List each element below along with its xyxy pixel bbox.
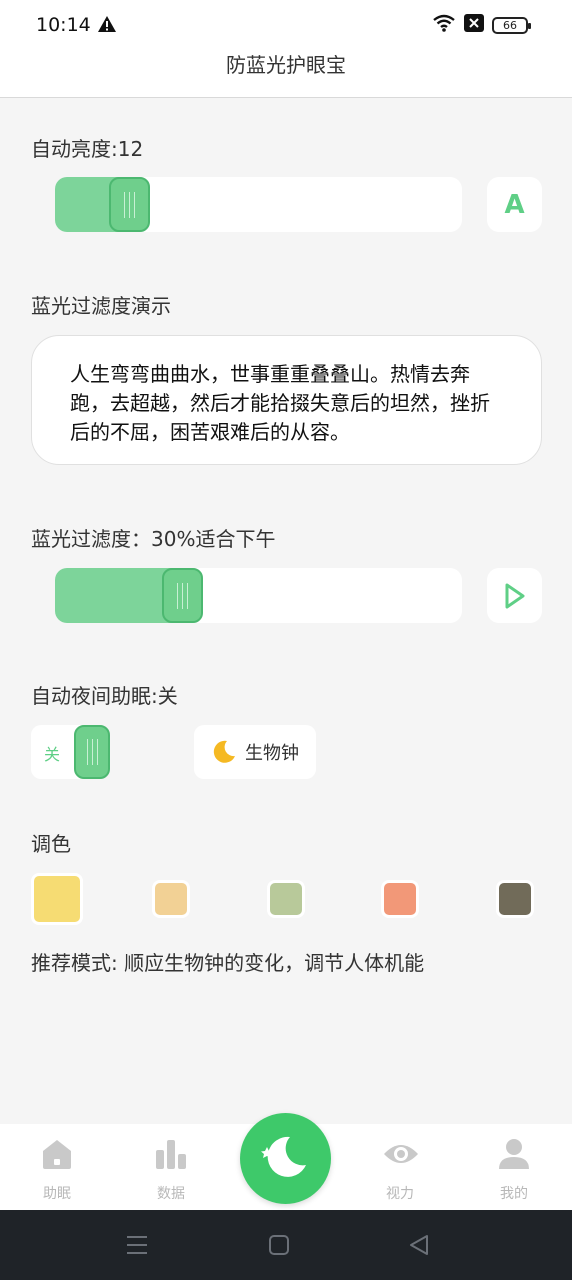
recommend-tip: 推荐模式: 顺应生物钟的变化，调节人体机能 — [31, 951, 425, 975]
tab-vision[interactable]: 视力 — [360, 1124, 440, 1210]
play-icon — [505, 583, 524, 608]
color-swatch[interactable] — [381, 880, 419, 918]
demo-text-card: 人生弯弯曲曲水，世事重重叠叠山。热情去奔跑，去超越，然后才能拾掇失意后的坦然，挫… — [31, 335, 542, 465]
battery-icon: 66 — [492, 16, 531, 34]
bar-chart-icon — [156, 1140, 186, 1169]
eye-icon — [384, 1145, 418, 1163]
status-bar: 10:14 66 — [0, 0, 572, 50]
brightness-slider-thumb[interactable] — [109, 177, 150, 232]
tab-mine[interactable]: 我的 — [474, 1124, 554, 1210]
filter-slider[interactable] — [55, 568, 462, 623]
tab-sleep[interactable]: 助眠 — [17, 1124, 97, 1210]
color-swatch[interactable] — [31, 873, 83, 925]
auto-brightness-button[interactable]: A — [487, 177, 542, 232]
moon-icon — [213, 740, 235, 763]
app-bar: 防蓝光护眼宝 — [0, 50, 572, 98]
no-sim-icon — [464, 14, 484, 36]
system-nav-bar — [0, 1210, 572, 1280]
moon-star-icon — [261, 1136, 306, 1177]
night-label: 自动夜间助眠:关 — [31, 684, 178, 708]
brightness-label: 自动亮度:12 — [31, 137, 144, 161]
bio-clock-button[interactable]: 生物钟 — [194, 725, 316, 779]
bio-clock-label: 生物钟 — [245, 743, 299, 764]
color-swatch[interactable] — [496, 880, 534, 918]
demo-text: 人生弯弯曲曲水，世事重重叠叠山。热情去奔跑，去超越，然后才能拾掇失意后的坦然，挫… — [70, 362, 490, 444]
color-swatch[interactable] — [152, 880, 190, 918]
wifi-icon — [432, 14, 456, 36]
warning-icon — [98, 16, 116, 36]
night-toggle-knob[interactable] — [74, 725, 110, 779]
night-toggle[interactable]: 关 — [31, 725, 110, 779]
page-title: 防蓝光护眼宝 — [226, 53, 346, 77]
status-time: 10:14 — [36, 14, 91, 36]
back-icon[interactable] — [408, 1234, 430, 1260]
tab-mine-label: 我的 — [500, 1186, 528, 1202]
play-button[interactable] — [487, 568, 542, 623]
night-toggle-text: 关 — [44, 745, 61, 764]
menu-icon[interactable] — [126, 1234, 148, 1260]
filter-label: 蓝光过滤度：30%适合下午 — [31, 527, 276, 551]
brightness-slider[interactable] — [55, 177, 462, 232]
tab-data-label: 数据 — [157, 1186, 185, 1202]
user-icon — [499, 1139, 529, 1169]
tab-vision-label: 视力 — [386, 1186, 414, 1202]
home-icon — [43, 1140, 71, 1169]
tab-data[interactable]: 数据 — [131, 1124, 211, 1210]
home-nav-icon[interactable] — [268, 1234, 290, 1260]
filter-slider-thumb[interactable] — [162, 568, 203, 623]
tab-sleep-label: 助眠 — [43, 1186, 71, 1202]
demo-section-label: 蓝光过滤度演示 — [31, 294, 171, 318]
palette-label: 调色 — [31, 832, 71, 856]
color-swatch[interactable] — [267, 880, 305, 918]
night-mode-fab[interactable] — [240, 1113, 331, 1204]
